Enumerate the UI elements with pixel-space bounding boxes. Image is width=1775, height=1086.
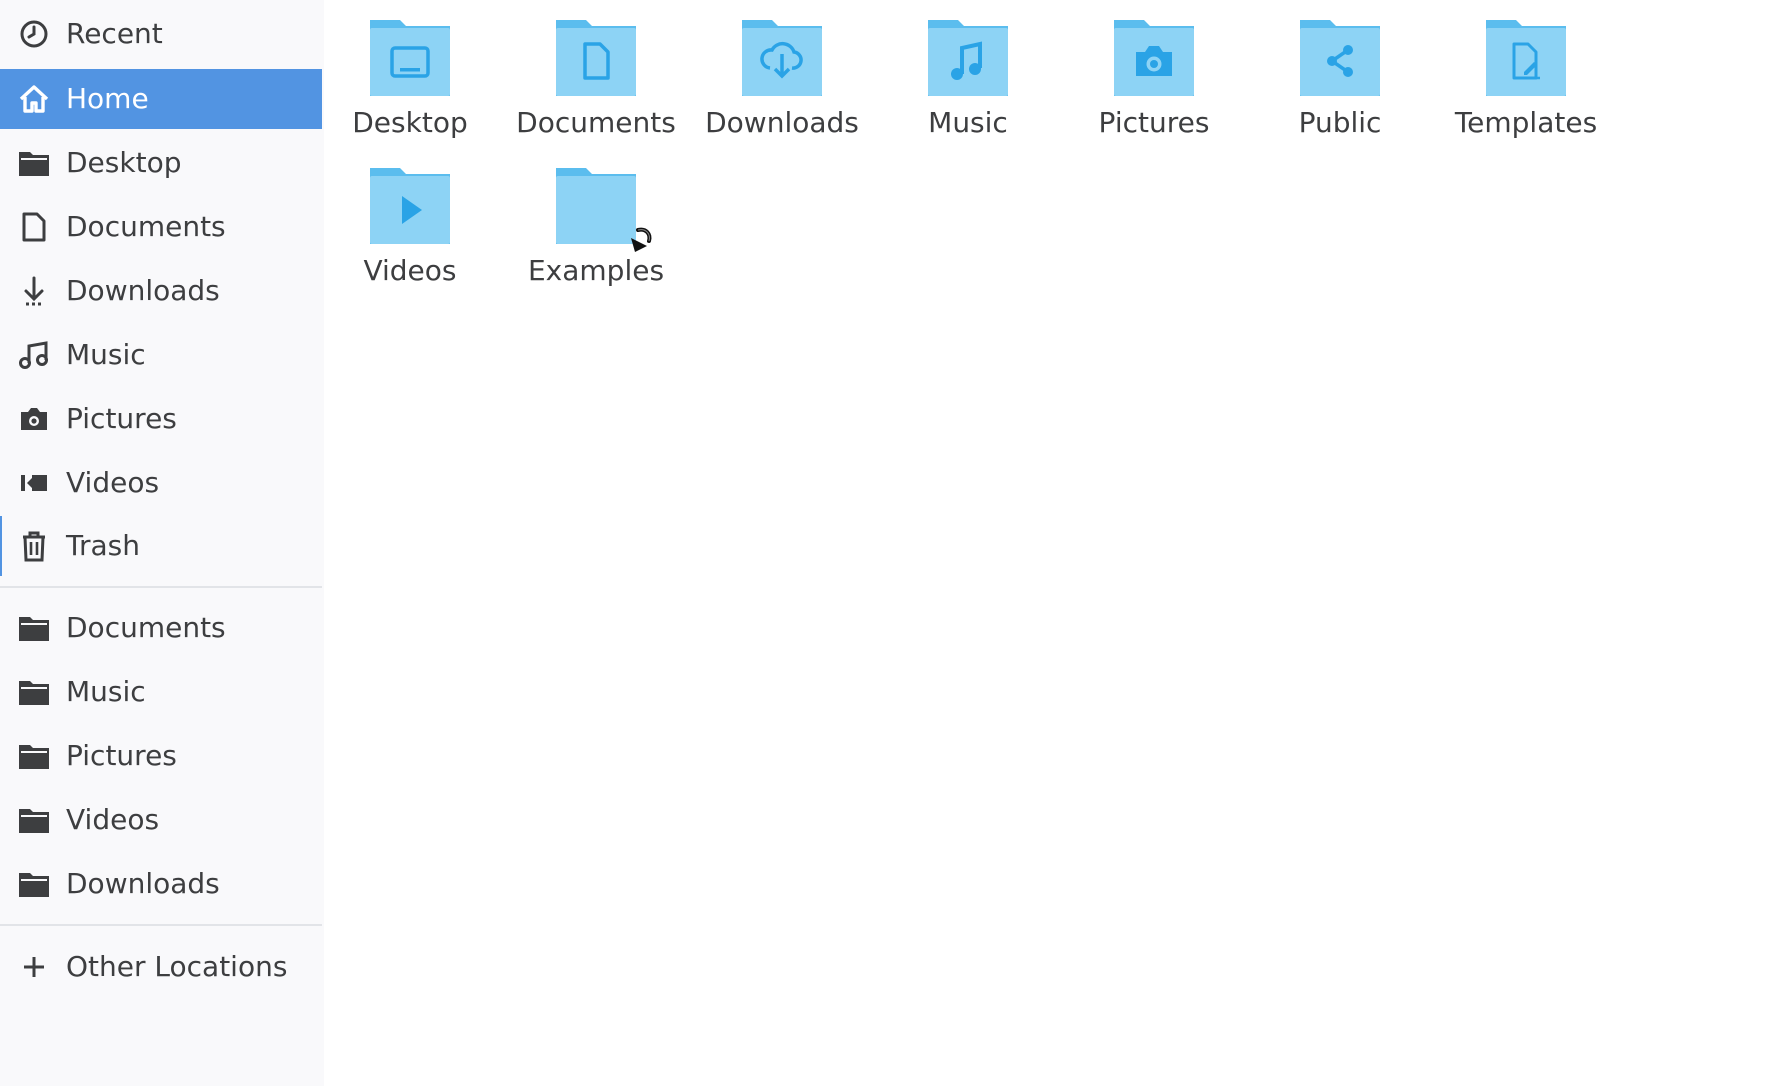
sidebar-item-videos[interactable]: Videos	[0, 453, 322, 513]
sidebar-item-label: Music	[66, 675, 146, 708]
folder-label: Videos	[363, 254, 457, 287]
sidebar-separator	[0, 924, 322, 926]
folder-label: Templates	[1454, 106, 1598, 139]
folder-icon	[556, 168, 636, 244]
sidebar-item-documents[interactable]: Documents	[0, 197, 322, 257]
sidebar-item-label: Documents	[66, 210, 226, 243]
folder-label: Documents	[516, 106, 676, 139]
symlink-arrow-icon	[631, 227, 652, 252]
music-icon	[18, 339, 50, 371]
folder-icon	[556, 20, 636, 96]
sidebar-item-label: Downloads	[66, 274, 220, 307]
folder-icon	[18, 868, 50, 900]
folder-item-music[interactable]: Music	[882, 0, 1054, 140]
sidebar-item-label: Home	[66, 82, 149, 115]
sidebar-item-downloads[interactable]: Downloads	[0, 261, 322, 321]
sidebar: Recent Home Desktop Documents Downloads …	[0, 0, 324, 1086]
home-icon	[18, 83, 50, 115]
folder-label: Pictures	[1098, 106, 1210, 139]
sidebar-item-label: Trash	[66, 529, 140, 562]
sidebar-item-desktop[interactable]: Desktop	[0, 133, 322, 193]
sidebar-item-label: Pictures	[66, 739, 177, 772]
folder-item-examples[interactable]: Examples	[510, 148, 682, 288]
folder-item-downloads[interactable]: Downloads	[696, 0, 868, 140]
sidebar-item-label: Other Locations	[66, 950, 288, 983]
plus-icon	[18, 951, 50, 983]
sidebar-bookmark-downloads[interactable]: Downloads	[0, 854, 322, 914]
folder-icon	[18, 740, 50, 772]
folder-icon	[370, 20, 450, 96]
sidebar-item-other-locations[interactable]: Other Locations	[0, 937, 322, 997]
sidebar-bookmark-pictures[interactable]: Pictures	[0, 726, 322, 786]
sidebar-item-label: Pictures	[66, 402, 177, 435]
folder-icon	[742, 20, 822, 96]
folder-item-pictures[interactable]: Pictures	[1068, 0, 1240, 140]
folder-icon	[1300, 20, 1380, 96]
clock-icon	[18, 18, 50, 50]
folder-icon	[18, 804, 50, 836]
folder-icon	[18, 612, 50, 644]
download-icon	[18, 275, 50, 307]
folder-icon	[18, 676, 50, 708]
sidebar-item-label: Recent	[66, 17, 163, 50]
folder-item-templates[interactable]: Templates	[1440, 0, 1612, 140]
folder-item-public[interactable]: Public	[1254, 0, 1426, 140]
camera-icon	[18, 403, 50, 435]
sidebar-item-label: Documents	[66, 611, 226, 644]
folder-icon	[1486, 20, 1566, 96]
sidebar-item-recent[interactable]: Recent	[0, 4, 322, 64]
sidebar-item-music[interactable]: Music	[0, 325, 322, 385]
file-view: Desktop Documents Downloads Music Pictur…	[324, 0, 1775, 1086]
folder-icon	[928, 20, 1008, 96]
folder-label: Public	[1298, 106, 1382, 139]
folder-icon	[1114, 20, 1194, 96]
folder-label: Music	[928, 106, 1008, 139]
sidebar-item-home[interactable]: Home	[0, 69, 322, 129]
sidebar-item-trash[interactable]: Trash	[0, 516, 322, 576]
trash-icon	[18, 530, 50, 562]
folder-item-desktop[interactable]: Desktop	[324, 0, 496, 140]
sidebar-bookmark-videos[interactable]: Videos	[0, 790, 322, 850]
sidebar-item-label: Videos	[66, 466, 160, 499]
sidebar-item-label: Videos	[66, 803, 160, 836]
sidebar-separator	[0, 586, 322, 588]
folder-icon	[18, 147, 50, 179]
folder-item-documents[interactable]: Documents	[510, 0, 682, 140]
folder-item-videos[interactable]: Videos	[324, 148, 496, 288]
video-icon	[18, 467, 50, 499]
document-icon	[18, 211, 50, 243]
folder-label: Examples	[527, 254, 665, 287]
sidebar-item-label: Desktop	[66, 146, 182, 179]
sidebar-bookmark-music[interactable]: Music	[0, 662, 322, 722]
focus-indicator	[0, 516, 2, 576]
sidebar-item-label: Downloads	[66, 867, 220, 900]
sidebar-item-label: Music	[66, 338, 146, 371]
folder-icon	[370, 168, 450, 244]
sidebar-bookmark-documents[interactable]: Documents	[0, 598, 322, 658]
folder-label: Downloads	[705, 106, 859, 139]
sidebar-item-pictures[interactable]: Pictures	[0, 389, 322, 449]
folder-label: Desktop	[352, 106, 468, 139]
